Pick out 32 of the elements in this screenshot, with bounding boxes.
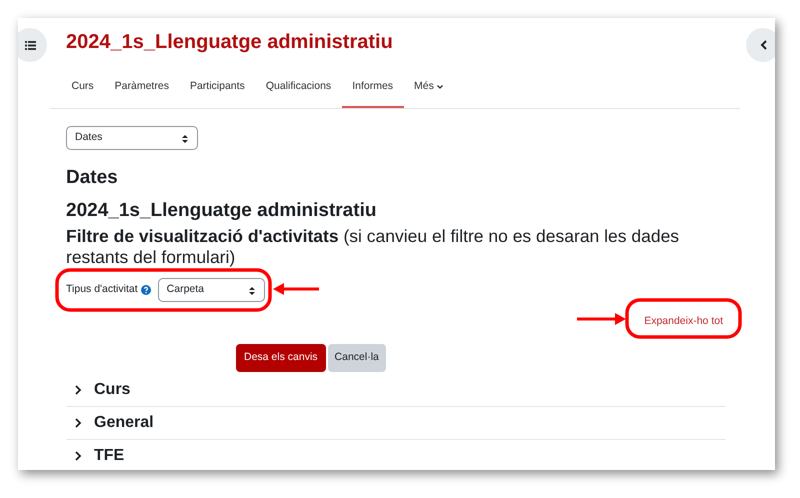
section-title[interactable]: Curs (94, 378, 130, 402)
course-title: 2024_1s_Llenguatge administratiu (66, 30, 393, 54)
cancel-button[interactable]: Cancel·la (328, 344, 386, 372)
filter-heading: Filtre de visualització d'activitats (si canvieu el filtre no es desaran les dades restants del formulari) (66, 226, 680, 268)
caret-icon (436, 84, 443, 89)
page-heading: Dates (66, 166, 119, 190)
nav-tab[interactable]: Curs (61, 70, 104, 108)
block-drawer-button[interactable] (746, 28, 775, 62)
annotation-arrow (577, 313, 626, 325)
activity-type-select[interactable]: Carpeta (158, 278, 265, 302)
chevron-left-icon (760, 40, 766, 50)
expand-all-link[interactable]: Expandeix-ho tot (644, 314, 723, 330)
course-heading: 2024_1s_Llenguatge administratiu (66, 200, 378, 222)
nav-tab[interactable]: Participants (179, 70, 256, 108)
section-title[interactable]: TFE (94, 444, 124, 468)
save-button[interactable]: Desa els canvis (236, 344, 326, 372)
chevron-right-icon[interactable] (74, 450, 84, 461)
section-title[interactable]: General (94, 410, 154, 435)
nav-tab[interactable]: Qualificacions (255, 70, 342, 108)
field-label: Tipus d'activitat (66, 282, 138, 298)
caret-icon (182, 134, 188, 143)
nav-tab[interactable]: Informes (342, 70, 404, 108)
drawer-toggle-button[interactable] (18, 28, 47, 62)
caret-icon (248, 287, 255, 296)
annotation-arrow (273, 283, 319, 295)
chevron-right-icon[interactable] (74, 384, 84, 395)
chevron-right-icon[interactable] (74, 418, 84, 428)
help-icon[interactable] (140, 285, 151, 296)
nav-tab[interactable]: Més (404, 70, 454, 108)
nav-tab[interactable]: Paràmetres (104, 70, 180, 108)
menu-icon (24, 40, 36, 50)
report-select[interactable]: Dates (66, 126, 198, 150)
